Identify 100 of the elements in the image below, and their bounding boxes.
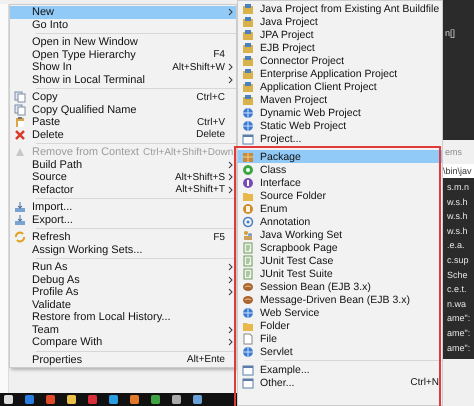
refresh-icon [14,231,26,244]
menu-item[interactable]: JUnit Test Case [238,254,442,267]
menu-item[interactable]: Dynamic Web Project [238,106,442,119]
interface-icon [242,176,254,188]
people-icon [242,228,254,240]
menu-item[interactable]: Run As [10,261,236,274]
code-line: ame": [447,326,472,340]
menu-item[interactable]: Open in New Window [10,36,236,48]
menu-item[interactable]: Java Working Set [238,228,442,241]
code-line: n.wa [447,298,468,311]
menu-item[interactable]: Properties Alt+Ente [10,354,236,366]
menu-item[interactable]: File [238,332,442,345]
menu-item[interactable]: Session Bean (EJB 3.x) [238,280,442,293]
taskbar-icon[interactable] [171,394,182,405]
menu-item[interactable]: Copy Ctrl+C [10,91,236,104]
code-line: Sche [447,268,469,282]
project-icon [242,42,254,54]
menu-item[interactable]: Connector Project [238,54,442,67]
menu-item[interactable]: Project... [238,132,442,145]
menu-item[interactable]: Scrapbook Page [238,241,442,254]
file-icon [242,332,254,344]
code-line: c.sup [447,254,470,267]
copy-icon [14,91,26,104]
project-icon [242,54,254,66]
taskbar-icon[interactable] [129,394,140,405]
menu-item[interactable]: Java Project from Existing Ant Buildfile [238,2,442,15]
menu-item[interactable]: Source Alt+Shift+S [10,171,236,184]
globe-icon [242,106,254,118]
menu-item[interactable]: Message-Driven Bean (EJB 3.x) [238,293,442,306]
code-line: .e.a. [447,239,466,252]
project-icon [242,68,254,80]
menu-item[interactable]: Delete Delete [10,128,236,141]
enum-icon [242,202,254,214]
menu-item[interactable]: Paste Ctrl+V [10,116,236,128]
project-icon [242,2,254,14]
menu-item[interactable]: JPA Project [238,28,442,41]
menu-item[interactable]: Compare With [10,336,236,348]
menu-item[interactable]: Open Type Hierarchy F4 [10,48,236,61]
code-line: w.s.h [447,196,469,209]
menu-item[interactable]: Refactor Alt+Shift+T [10,184,236,196]
menu-item[interactable]: Restore from Local History... [10,311,236,324]
menu-item[interactable]: Debug As [10,274,236,286]
menu-item[interactable]: EJB Project [238,41,442,54]
code-text: n[] [445,28,456,38]
class-icon [242,164,254,176]
menu-item[interactable]: Refresh F5 [10,231,236,244]
tray-icon [14,201,26,214]
menu-item[interactable]: Assign Working Sets... [10,244,236,256]
menu-item[interactable]: Export... [10,214,236,226]
menu-item[interactable]: New [10,6,236,18]
code-line: w.s.h [447,210,469,224]
menu-item[interactable]: Go Into [10,18,236,31]
taskbar-icon[interactable] [108,394,119,405]
bean-icon [242,280,254,292]
window-icon [242,132,254,144]
menu-item[interactable]: Servlet [238,345,442,358]
code-line: s.m.n [447,181,470,194]
menu-item[interactable]: Package [238,150,442,163]
menu-item[interactable]: Show In Alt+Shift+W [10,61,236,74]
taskbar-icon[interactable] [150,394,161,405]
menu-item[interactable]: Team [10,324,236,336]
menu-item[interactable]: Validate [10,298,236,311]
menu-item[interactable]: Enum [238,202,442,215]
menu-item[interactable]: Folder [238,319,442,332]
menu-item[interactable]: Import... [10,201,236,214]
window-icon [242,364,254,376]
globe-icon [242,120,254,132]
window-icon [242,376,254,388]
menu-item[interactable]: Example... [238,363,442,376]
clipboard-icon [14,116,26,128]
document-icon [242,254,254,266]
menu-item[interactable]: Maven Project [238,93,442,106]
menu-item[interactable]: Enterprise Application Project [238,67,442,80]
annotation-icon [242,216,254,228]
menu-item[interactable]: Copy Qualified Name [10,104,236,116]
menu-item[interactable]: Java Project [238,15,442,28]
menu-item[interactable]: Application Client Project [238,80,442,93]
taskbar-icon[interactable] [66,394,77,405]
globe-icon [242,346,254,358]
menu-item[interactable]: Show in Local Terminal [10,74,236,86]
menu-item[interactable]: Static Web Project [238,119,442,132]
globe-icon [242,306,254,318]
menu-item[interactable]: Other... Ctrl+N [238,376,442,389]
package-icon [242,150,254,162]
tray-icon [14,214,26,226]
taskbar-icon[interactable] [192,394,203,405]
menu-item[interactable]: Profile As [10,286,236,298]
menu-item[interactable]: Annotation [238,215,442,228]
menu-item[interactable]: Build Path [10,158,236,171]
menu-item[interactable]: JUnit Test Suite [238,267,442,280]
code-line: w.s.h [447,224,469,238]
document-icon [242,242,254,254]
menu-item[interactable]: Web Service [238,306,442,319]
project-icon [242,80,254,92]
remove-icon [14,146,26,158]
menu-item[interactable]: Class [238,163,442,176]
taskbar-icon[interactable] [3,394,14,405]
menu-item[interactable]: Source Folder [238,189,442,202]
path-bar: \bin\jav [443,164,474,178]
menu-item[interactable]: Interface [238,176,442,189]
